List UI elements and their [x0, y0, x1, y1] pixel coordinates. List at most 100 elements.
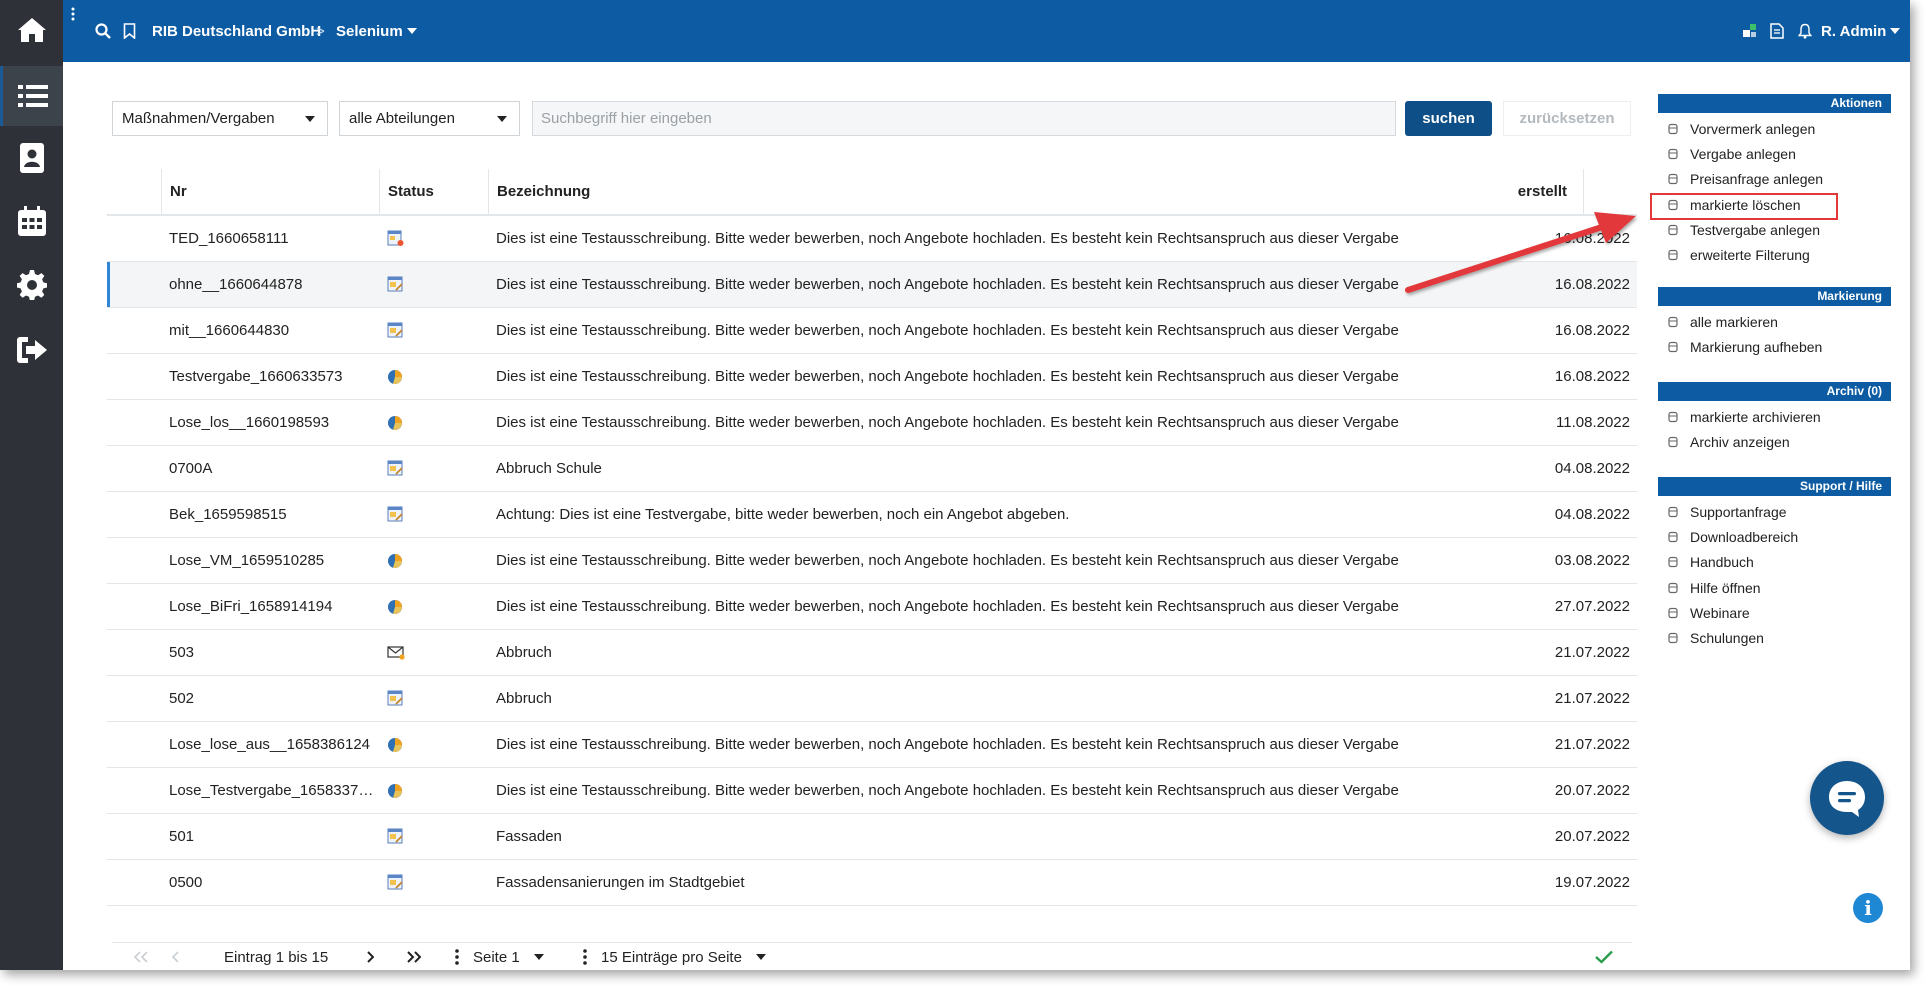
table-row[interactable]: Lose_VM_1659510285 Dies ist eine Testauss… [107, 538, 1637, 584]
table-row[interactable]: mit__1660644830 Dies ist eine Testausschr… [107, 308, 1637, 354]
document-icon[interactable] [1770, 0, 1784, 62]
panel-action-item[interactable]: Hilfe öffnen [1668, 577, 1761, 599]
rail-toggle-icon[interactable] [63, 0, 75, 62]
gear-icon[interactable] [0, 255, 63, 315]
table-row[interactable]: Lose_lose_aus__1658386124 Dies ist eine T… [107, 722, 1637, 768]
panel-action-item[interactable]: alle markieren [1668, 311, 1778, 333]
panel-action-item[interactable]: erweiterte Filterung [1668, 244, 1810, 266]
cell-bezeichnung[interactable]: Dies ist eine Testausschreibung. Bitte w… [496, 584, 1596, 629]
cell-bezeichnung[interactable]: Dies ist eine Testausschreibung. Bitte w… [496, 722, 1596, 767]
cell-bezeichnung[interactable]: Dies ist eine Testausschreibung. Bitte w… [496, 538, 1596, 583]
calendar-icon[interactable] [0, 191, 63, 251]
search-button[interactable]: suchen [1405, 101, 1492, 136]
table-row[interactable]: Testvergabe_1660633573 Dies ist eine Test… [107, 354, 1637, 400]
cell-bezeichnung[interactable]: Fassadensanierungen im Stadtgebiet [496, 860, 1596, 905]
user-menu[interactable]: R. Admin [1821, 0, 1901, 62]
column-header-nr[interactable]: Nr [161, 169, 379, 214]
cell-bezeichnung[interactable]: Dies ist eine Testausschreibung. Bitte w… [496, 216, 1596, 261]
search-input[interactable] [532, 101, 1396, 136]
cell-bezeichnung[interactable]: Dies ist eine Testausschreibung. Bitte w… [496, 768, 1596, 813]
cell-nr[interactable]: 503 [169, 630, 374, 675]
top-bar: RIB Deutschland GmbH > Selenium R. Admin [63, 0, 1910, 62]
cell-bezeichnung[interactable]: Abbruch Schule [496, 446, 1596, 491]
cell-bezeichnung[interactable]: Fassaden [496, 814, 1596, 859]
cell-nr[interactable]: 0700A [169, 446, 374, 491]
cell-nr[interactable]: Lose_Testvergabe_1658337… [169, 768, 374, 813]
bookmark-icon[interactable] [123, 0, 136, 62]
list-icon[interactable] [0, 66, 63, 126]
cell-erstellt: 16.08.2022 [1554, 230, 1630, 247]
table-row[interactable]: ohne__1660644878 Dies ist eine Testaussch… [107, 262, 1637, 308]
cell-nr[interactable]: Lose_los__1660198593 [169, 400, 374, 445]
breadcrumb-project[interactable]: Selenium [336, 0, 417, 62]
status-icon[interactable] [1743, 0, 1758, 62]
table-row[interactable]: TED_1660658111 Dies ist eine Testausschre… [107, 216, 1637, 262]
panel-action-item[interactable]: Supportanfrage [1668, 501, 1787, 523]
table-row[interactable]: 0500 Fassadensanierungen im Stadtgebiet 19… [107, 860, 1637, 906]
bell-icon[interactable] [1798, 0, 1812, 62]
cell-bezeichnung[interactable]: Dies ist eine Testausschreibung. Bitte w… [496, 262, 1596, 307]
breadcrumb-project-label: Selenium [336, 22, 403, 40]
table-row[interactable]: 501 Fassaden 20.07.2022 [107, 814, 1637, 860]
table-row[interactable]: 0700A Abbruch Schule 04.08.2022 [107, 446, 1637, 492]
panel-action-item[interactable]: Vergabe anlegen [1668, 143, 1796, 165]
first-page-icon[interactable] [134, 943, 148, 970]
cell-nr[interactable]: Lose_lose_aus__1658386124 [169, 722, 374, 767]
panel-action-item[interactable]: Webinare [1668, 602, 1750, 624]
column-header-status[interactable]: Status [379, 169, 477, 214]
cell-nr[interactable]: 0500 [169, 860, 374, 905]
cell-nr[interactable]: mit__1660644830 [169, 308, 374, 353]
cell-bezeichnung[interactable]: Dies ist eine Testausschreibung. Bitte w… [496, 354, 1596, 399]
table-row[interactable]: Lose_los__1660198593 Dies ist eine Testau… [107, 400, 1637, 446]
cell-nr[interactable]: Lose_BiFri_1658914194 [169, 584, 374, 629]
cell-bezeichnung[interactable]: Achtung: Dies ist eine Testvergabe, bitt… [496, 492, 1596, 537]
reset-button[interactable]: zurücksetzen [1503, 101, 1631, 136]
chat-button[interactable] [1810, 761, 1884, 835]
table-header: Nr Status Bezeichnung erstellt [107, 169, 1637, 216]
per-page-select[interactable]: 15 Einträge pro Seite [583, 943, 766, 970]
cell-bezeichnung[interactable]: Dies ist eine Testausschreibung. Bitte w… [496, 308, 1596, 353]
home-icon[interactable] [0, 0, 63, 60]
type-select[interactable]: Maßnahmen/Vergaben [112, 101, 328, 136]
table-row[interactable]: 503 Abbruch 21.07.2022 [107, 630, 1637, 676]
search-icon[interactable] [95, 0, 111, 62]
cell-nr[interactable]: Testvergabe_1660633573 [169, 354, 374, 399]
table-row[interactable]: Lose_BiFri_1658914194 Dies ist eine Testa… [107, 584, 1637, 630]
sign-out-icon[interactable] [0, 320, 63, 380]
breadcrumb-company[interactable]: RIB Deutschland GmbH [152, 0, 321, 62]
cell-nr[interactable]: TED_1660658111 [169, 216, 374, 261]
next-page-icon[interactable] [366, 943, 374, 970]
column-header-bezeichnung[interactable]: Bezeichnung [488, 169, 1583, 214]
pie-chart-icon [387, 538, 417, 583]
panel-action-item[interactable]: Downloadbereich [1668, 526, 1798, 548]
cell-bezeichnung[interactable]: Abbruch [496, 630, 1596, 675]
table-row[interactable]: Lose_Testvergabe_1658337… Dies ist eine T… [107, 768, 1637, 814]
column-header-erstellt[interactable]: erstellt [1518, 169, 1637, 214]
panel-action-item[interactable]: Testvergabe anlegen [1668, 219, 1820, 241]
pin-icon [1668, 437, 1678, 448]
page-select[interactable]: Seite 1 [455, 943, 544, 970]
cell-nr[interactable]: Lose_VM_1659510285 [169, 538, 374, 583]
checkmark-icon[interactable] [1595, 943, 1613, 970]
panel-action-item[interactable]: Schulungen [1668, 627, 1764, 649]
prev-page-icon[interactable] [172, 943, 180, 970]
address-book-icon[interactable] [0, 128, 63, 188]
cell-bezeichnung[interactable]: Abbruch [496, 676, 1596, 721]
table-row[interactable]: 502 Abbruch 21.07.2022 [107, 676, 1637, 722]
table-row[interactable]: Bek_1659598515 Achtung: Dies ist eine Tes… [107, 492, 1637, 538]
panel-action-item[interactable]: Archiv anzeigen [1668, 431, 1790, 453]
panel-action-item[interactable]: Handbuch [1668, 551, 1754, 573]
info-icon[interactable]: i [1853, 893, 1883, 923]
panel-action-item[interactable]: Vorvermerk anlegen [1668, 118, 1815, 140]
vergaben-table: Nr Status Bezeichnung erstellt TED_16606… [107, 169, 1637, 906]
cell-nr[interactable]: 501 [169, 814, 374, 859]
cell-nr[interactable]: ohne__1660644878 [169, 262, 374, 307]
panel-action-item[interactable]: Preisanfrage anlegen [1668, 168, 1823, 190]
last-page-icon[interactable] [407, 943, 421, 970]
cell-nr[interactable]: Bek_1659598515 [169, 492, 374, 537]
cell-bezeichnung[interactable]: Dies ist eine Testausschreibung. Bitte w… [496, 400, 1596, 445]
cell-nr[interactable]: 502 [169, 676, 374, 721]
panel-action-item[interactable]: Markierung aufheben [1668, 336, 1822, 358]
department-select[interactable]: alle Abteilungen [339, 101, 520, 136]
panel-action-item[interactable]: markierte archivieren [1668, 406, 1821, 428]
